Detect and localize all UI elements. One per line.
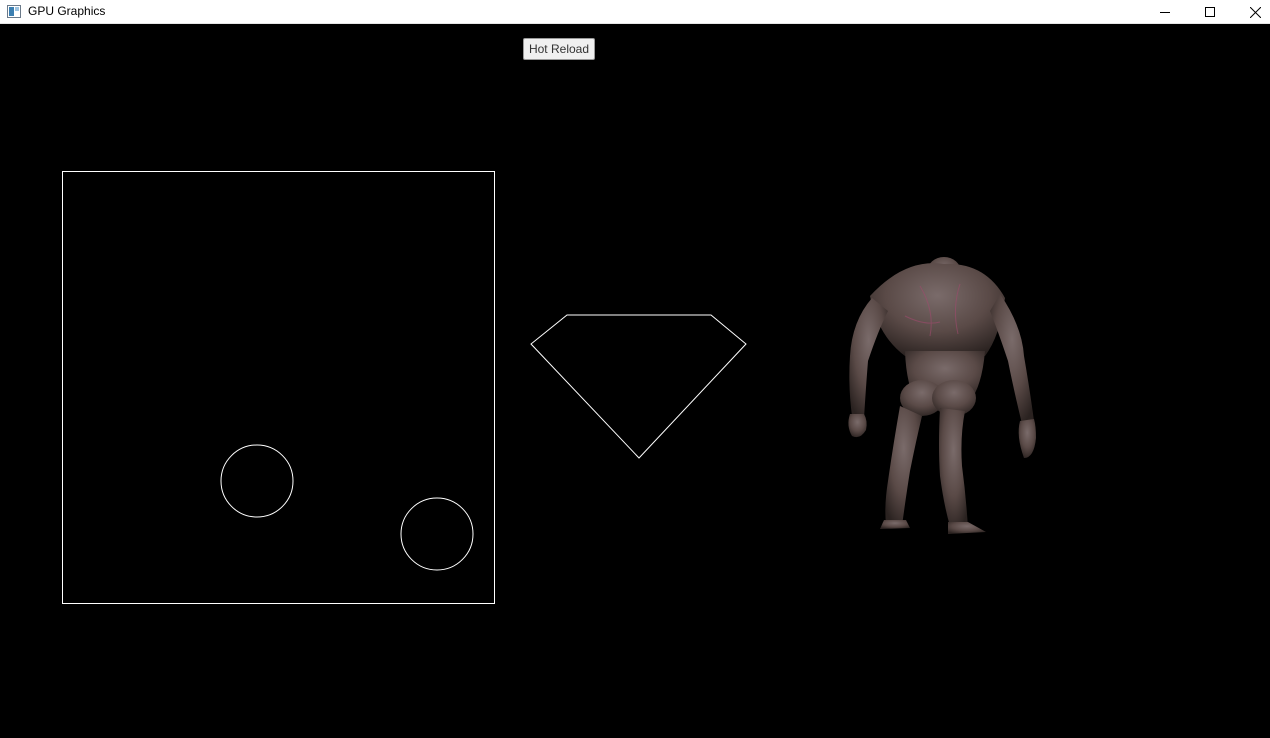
minimize-icon	[1160, 12, 1170, 13]
circle-outline-right	[400, 497, 474, 571]
title-bar[interactable]: GPU Graphics	[0, 0, 1270, 24]
minimize-button[interactable]	[1142, 0, 1188, 24]
maximize-button[interactable]	[1187, 0, 1233, 24]
app-window-icon	[7, 5, 21, 18]
render-viewport[interactable]: Hot Reload	[0, 26, 1270, 738]
diamond-outline	[530, 314, 747, 459]
hot-reload-button[interactable]: Hot Reload	[523, 38, 595, 60]
square-outline	[62, 171, 495, 604]
close-icon	[1249, 6, 1261, 18]
humanoid-creature-model	[848, 257, 1036, 534]
close-button[interactable]	[1232, 0, 1270, 24]
window-title: GPU Graphics	[28, 4, 106, 18]
maximize-icon	[1205, 7, 1215, 17]
scene-canvas	[62, 171, 1036, 604]
circle-outline-left	[220, 444, 294, 518]
app-window: GPU Graphics Hot Reload	[0, 0, 1270, 738]
